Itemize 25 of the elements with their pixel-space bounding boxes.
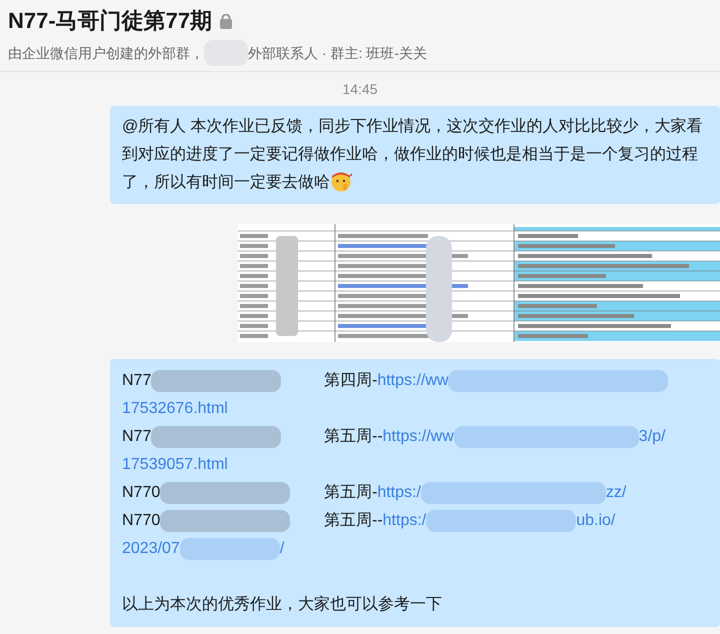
group-title: N77-马哥门徒第77期 bbox=[8, 7, 212, 35]
message-text: 以上为本次的优秀作业，大家也可以参考一下 bbox=[122, 594, 443, 615]
link-text: https://ww bbox=[382, 427, 454, 447]
link-text: https:/ bbox=[377, 483, 421, 503]
link-text: 3/p/ bbox=[638, 427, 666, 447]
link-text: https:/ bbox=[382, 511, 426, 531]
link-text: 17539057.html bbox=[122, 455, 228, 475]
link-text: 17532676.html bbox=[122, 399, 228, 419]
link-text: 2023/07 bbox=[122, 539, 180, 559]
week-label: 第五周-- bbox=[324, 427, 383, 447]
group-info-text: 外部联系人 · 群主: 班班-关关 bbox=[248, 44, 427, 63]
sender-name: N770 bbox=[122, 483, 160, 503]
sender-name: N77 bbox=[122, 371, 152, 391]
week-label: 第五周-- bbox=[324, 511, 383, 531]
week-label: 第四周- bbox=[324, 371, 378, 391]
timestamp: 14:45 bbox=[342, 81, 378, 97]
sender-name: N77 bbox=[122, 427, 152, 447]
message-text: @所有人 本次作业已反馈，同步下作业情况，这次交作业的人对比比较少，大家看到对应的进度了一定要记得做作业哈，做作业的时候也是相当于是一个复习的过程了，所以有时间一定要去做哈 bbox=[122, 118, 703, 191]
link-text: / bbox=[280, 539, 284, 559]
week-label: 第五周- bbox=[324, 483, 378, 503]
link-text: https://ww bbox=[377, 371, 448, 391]
link-text: zz/ bbox=[606, 483, 626, 503]
sender-name: N770 bbox=[122, 511, 160, 531]
link-text: ub.io/ bbox=[576, 511, 616, 531]
group-info-text: 由企业微信用户创建的外部群， bbox=[8, 44, 204, 63]
